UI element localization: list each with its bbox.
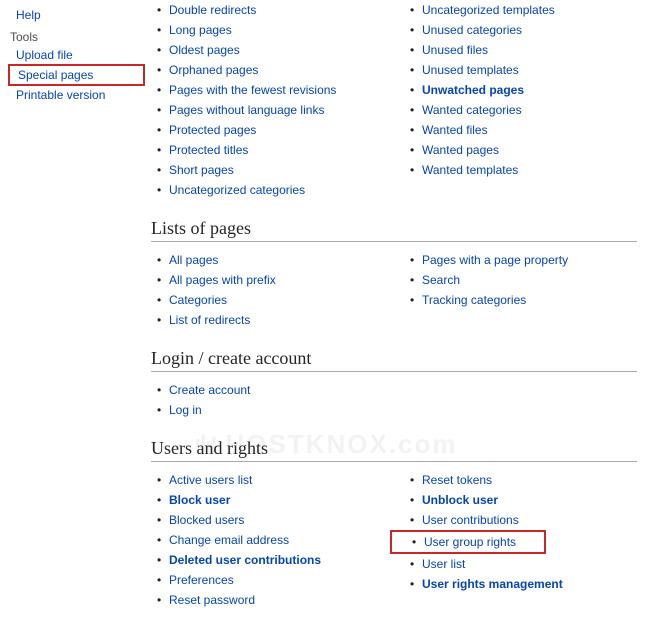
list-item: Unused templates <box>422 60 637 80</box>
list-item: Search <box>422 270 637 290</box>
list-item: Blocked users <box>169 510 384 530</box>
sidebar-heading-tools: Tools <box>8 24 145 46</box>
wiki-link[interactable]: Oldest pages <box>169 43 240 57</box>
list-item: Change email address <box>169 530 384 550</box>
wiki-link[interactable]: Block user <box>169 493 230 507</box>
main-content: Double redirects Long pages Oldest pages Or… <box>145 0 651 620</box>
wiki-link[interactable]: Reset tokens <box>422 473 492 487</box>
list-item: Orphaned pages <box>169 60 384 80</box>
sidebar-link-upload-file[interactable]: Upload file <box>8 46 145 64</box>
wiki-link[interactable]: Wanted files <box>422 123 488 137</box>
list-item: User rights management <box>422 574 637 594</box>
wiki-link[interactable]: Unused files <box>422 43 488 57</box>
list-item: Create account <box>169 380 384 400</box>
list-item: Double redirects <box>169 0 384 20</box>
list-item: Pages with a page property <box>422 250 637 270</box>
wiki-link[interactable]: All pages with prefix <box>169 273 276 287</box>
list-item: Wanted templates <box>422 160 637 180</box>
list-item: Protected pages <box>169 120 384 140</box>
list-item: User contributions <box>422 510 637 530</box>
list-item: Tracking categories <box>422 290 637 310</box>
list-item: Reset password <box>169 590 384 610</box>
list-item: Long pages <box>169 20 384 40</box>
list-item: All pages with prefix <box>169 270 384 290</box>
list-item: Wanted files <box>422 120 637 140</box>
highlight-user-group-rights: User group rights <box>390 530 546 554</box>
wiki-link[interactable]: Protected pages <box>169 123 256 137</box>
wiki-link[interactable]: Pages without language links <box>169 103 324 117</box>
wiki-link[interactable]: Preferences <box>169 573 234 587</box>
section-maintenance-reports: Double redirects Long pages Oldest pages Or… <box>151 0 637 200</box>
wiki-link[interactable]: Unblock user <box>422 493 498 507</box>
wiki-link[interactable]: Unwatched pages <box>422 83 524 97</box>
wiki-link[interactable]: Reset password <box>169 593 255 607</box>
list-item: Unused files <box>422 40 637 60</box>
wiki-link[interactable]: Create account <box>169 383 250 397</box>
list-item: User group rights <box>410 532 516 552</box>
list-item: Unwatched pages <box>422 80 637 100</box>
wiki-link[interactable]: Log in <box>169 403 202 417</box>
wiki-link[interactable]: Unused templates <box>422 63 519 77</box>
wiki-link[interactable]: All pages <box>169 253 218 267</box>
list-item: Uncategorized categories <box>169 180 384 200</box>
list-item: Oldest pages <box>169 40 384 60</box>
heading-lists-of-pages: Lists of pages <box>151 218 637 242</box>
list-item: Uncategorized templates <box>422 0 637 20</box>
wiki-link[interactable]: Unused categories <box>422 23 522 37</box>
list-item: User list <box>422 554 637 574</box>
list-item: Unused categories <box>422 20 637 40</box>
heading-login-create-account: Login / create account <box>151 348 637 372</box>
wiki-link[interactable]: Wanted pages <box>422 143 499 157</box>
highlight-special-pages: Special pages <box>8 64 145 86</box>
link-user-group-rights[interactable]: User group rights <box>424 535 516 549</box>
wiki-link[interactable]: Orphaned pages <box>169 63 258 77</box>
wiki-link[interactable]: Tracking categories <box>422 293 526 307</box>
wiki-link[interactable]: User list <box>422 557 465 571</box>
wiki-link[interactable]: Change email address <box>169 533 289 547</box>
wiki-link[interactable]: Deleted user contributions <box>169 553 321 567</box>
wiki-link[interactable]: Wanted templates <box>422 163 518 177</box>
heading-users-and-rights: Users and rights <box>151 438 637 462</box>
wiki-link[interactable]: Long pages <box>169 23 232 37</box>
wiki-link[interactable]: Short pages <box>169 163 234 177</box>
sidebar-link-printable-version[interactable]: Printable version <box>8 86 145 104</box>
wiki-link[interactable]: Search <box>422 273 460 287</box>
list-item: Pages without language links <box>169 100 384 120</box>
list-item: Log in <box>169 400 384 420</box>
list-item: Block user <box>169 490 384 510</box>
list-item: Deleted user contributions <box>169 550 384 570</box>
sidebar-link-help[interactable]: Help <box>8 6 145 24</box>
list-item: Active users list <box>169 470 384 490</box>
list-item: All pages <box>169 250 384 270</box>
wiki-link[interactable]: Uncategorized templates <box>422 3 555 17</box>
list-item: Protected titles <box>169 140 384 160</box>
wiki-link[interactable]: Uncategorized categories <box>169 183 305 197</box>
list-item: Wanted pages <box>422 140 637 160</box>
list-item: List of redirects <box>169 310 384 330</box>
wiki-link[interactable]: Double redirects <box>169 3 256 17</box>
wiki-link[interactable]: Pages with a page property <box>422 253 568 267</box>
list-item: Pages with the fewest revisions <box>169 80 384 100</box>
list-item: Unblock user <box>422 490 637 510</box>
sidebar-link-special-pages[interactable]: Special pages <box>10 66 143 84</box>
wiki-link[interactable]: User rights management <box>422 577 563 591</box>
wiki-link[interactable]: Blocked users <box>169 513 244 527</box>
list-item: Wanted categories <box>422 100 637 120</box>
sidebar: Help Tools Upload file Special pages Pri… <box>0 0 145 620</box>
wiki-link[interactable]: List of redirects <box>169 313 250 327</box>
wiki-link[interactable]: Wanted categories <box>422 103 522 117</box>
wiki-link[interactable]: Active users list <box>169 473 252 487</box>
wiki-link[interactable]: Categories <box>169 293 227 307</box>
wiki-link[interactable]: Protected titles <box>169 143 248 157</box>
list-item: Short pages <box>169 160 384 180</box>
wiki-link[interactable]: Pages with the fewest revisions <box>169 83 336 97</box>
list-item: Categories <box>169 290 384 310</box>
list-item: Reset tokens <box>422 470 637 490</box>
list-item: Preferences <box>169 570 384 590</box>
wiki-link[interactable]: User contributions <box>422 513 519 527</box>
